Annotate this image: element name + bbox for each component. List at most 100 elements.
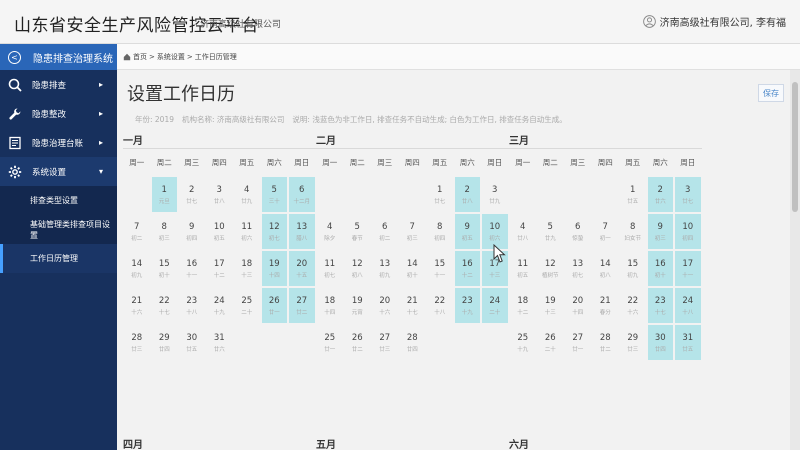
sidebar-item-hazard-inspection[interactable]: 隐患排查 ▸: [0, 70, 117, 99]
back-circle-icon[interactable]: <: [8, 50, 21, 64]
sidebar-subitem-inspection-type[interactable]: 排查类型设置: [0, 186, 117, 215]
day-cell-workday[interactable]: 21 十六: [124, 288, 150, 323]
day-cell-workday[interactable]: 12 初八: [345, 251, 371, 286]
day-cell-workday[interactable]: 16 十一: [179, 251, 205, 286]
day-cell-workday[interactable]: 8 妇女节: [620, 214, 646, 249]
day-cell-workday[interactable]: 9 初四: [179, 214, 205, 249]
day-cell-workday[interactable]: 7 初一: [593, 214, 619, 249]
breadcrumb-home[interactable]: 首页: [133, 52, 147, 62]
day-cell-workday[interactable]: 25 十九: [510, 325, 536, 360]
day-cell-workday[interactable]: 2 廿七: [179, 177, 205, 212]
day-cell-rest[interactable]: 16 十二: [454, 251, 480, 286]
day-cell-workday[interactable]: 4 除夕: [317, 214, 343, 249]
day-cell-workday[interactable]: 18 十四: [317, 288, 343, 323]
day-cell-rest[interactable]: 5 三十: [261, 177, 287, 212]
day-cell-workday[interactable]: 28 廿四: [400, 325, 426, 360]
day-cell-workday[interactable]: 29 廿四: [152, 325, 178, 360]
day-cell-workday[interactable]: 15 十一: [427, 251, 453, 286]
day-cell-workday[interactable]: 27 廿一: [565, 325, 591, 360]
day-cell-workday[interactable]: 26 廿二: [345, 325, 371, 360]
day-cell-workday[interactable]: 26 二十: [538, 325, 564, 360]
system-title-bar[interactable]: < 隐患排查治理系统: [0, 44, 117, 70]
day-cell-workday[interactable]: 22 十七: [152, 288, 178, 323]
day-cell-rest[interactable]: 27 廿二: [289, 288, 315, 323]
day-cell-rest[interactable]: 24 二十: [482, 288, 508, 323]
day-cell-rest[interactable]: 26 廿一: [261, 288, 287, 323]
day-cell-workday[interactable]: 19 十三: [538, 288, 564, 323]
day-cell-workday[interactable]: 4 廿九: [234, 177, 260, 212]
day-cell-workday[interactable]: 11 初五: [510, 251, 536, 286]
sidebar-item-hazard-rectification[interactable]: 隐患整改 ▸: [0, 99, 117, 128]
day-cell-rest[interactable]: 23 十九: [454, 288, 480, 323]
day-cell-workday[interactable]: 31 廿六: [207, 325, 233, 360]
day-cell-workday[interactable]: 22 十八: [427, 288, 453, 323]
day-cell-workday[interactable]: 6 初二: [372, 214, 398, 249]
day-cell-workday[interactable]: 21 十七: [400, 288, 426, 323]
day-cell-rest[interactable]: 2 廿六: [647, 177, 673, 212]
day-cell-workday[interactable]: 30 廿五: [179, 325, 205, 360]
scrollbar[interactable]: [790, 70, 800, 450]
day-cell-workday[interactable]: 25 廿一: [317, 325, 343, 360]
day-cell-rest[interactable]: 19 十四: [261, 251, 287, 286]
day-cell-workday[interactable]: 18 十二: [510, 288, 536, 323]
day-cell-rest[interactable]: 13 腊八: [289, 214, 315, 249]
day-cell-workday[interactable]: 5 春节: [345, 214, 371, 249]
day-cell-workday[interactable]: 14 初八: [593, 251, 619, 286]
day-cell-rest[interactable]: 3 廿七: [675, 177, 701, 212]
day-cell-workday[interactable]: 20 十四: [565, 288, 591, 323]
day-cell-workday[interactable]: 7 初三: [400, 214, 426, 249]
day-cell-workday[interactable]: 7 初二: [124, 214, 150, 249]
day-cell-workday[interactable]: 3 廿九: [482, 177, 508, 212]
day-cell-workday[interactable]: 10 初五: [207, 214, 233, 249]
day-cell-rest[interactable]: 24 十八: [675, 288, 701, 323]
day-cell-workday[interactable]: 8 初四: [427, 214, 453, 249]
day-cell-workday[interactable]: 12 植树节: [538, 251, 564, 286]
day-cell-workday[interactable]: 13 初九: [372, 251, 398, 286]
day-cell-workday[interactable]: 5 廿九: [538, 214, 564, 249]
day-cell-rest[interactable]: 31 廿五: [675, 325, 701, 360]
sidebar-item-hazard-ledger[interactable]: 隐患治理台账 ▸: [0, 128, 117, 157]
day-cell-rest[interactable]: 6 十二月: [289, 177, 315, 212]
day-cell-workday[interactable]: 19 元宵: [345, 288, 371, 323]
sidebar-item-system-settings[interactable]: 系统设置 ▾: [0, 157, 117, 186]
day-cell-workday[interactable]: 15 初九: [620, 251, 646, 286]
day-cell-rest[interactable]: 20 十五: [289, 251, 315, 286]
user-menu[interactable]: 济南高级社有限公司, 李有福: [642, 14, 786, 29]
day-cell-workday[interactable]: 28 廿二: [593, 325, 619, 360]
sidebar-subitem-basic-inspection-items[interactable]: 基础管理类排查项目设置: [0, 215, 117, 244]
day-cell-rest[interactable]: 2 廿八: [454, 177, 480, 212]
day-cell-workday[interactable]: 4 廿八: [510, 214, 536, 249]
day-cell-workday[interactable]: 22 十六: [620, 288, 646, 323]
day-cell-workday[interactable]: 14 初十: [400, 251, 426, 286]
day-cell-rest[interactable]: 23 十七: [647, 288, 673, 323]
day-cell-rest[interactable]: 9 初五: [454, 214, 480, 249]
day-cell-workday[interactable]: 8 初三: [152, 214, 178, 249]
day-cell-rest[interactable]: 12 初七: [261, 214, 287, 249]
day-cell-workday[interactable]: 15 初十: [152, 251, 178, 286]
breadcrumb-level1[interactable]: 系统设置: [157, 52, 185, 62]
day-cell-rest[interactable]: 30 廿四: [647, 325, 673, 360]
sidebar-subitem-work-calendar[interactable]: 工作日历管理: [0, 244, 117, 273]
day-cell-workday[interactable]: 25 二十: [234, 288, 260, 323]
day-cell-workday[interactable]: 20 十六: [372, 288, 398, 323]
day-cell-workday[interactable]: 23 十八: [179, 288, 205, 323]
day-cell-workday[interactable]: 18 十三: [234, 251, 260, 286]
day-cell-workday[interactable]: 1 廿七: [427, 177, 453, 212]
day-cell-rest[interactable]: 10 初四: [675, 214, 701, 249]
day-cell-workday[interactable]: 11 初六: [234, 214, 260, 249]
day-cell-rest[interactable]: 16 初十: [647, 251, 673, 286]
day-cell-workday[interactable]: 24 十九: [207, 288, 233, 323]
day-cell-workday[interactable]: 1 廿五: [620, 177, 646, 212]
day-cell-workday[interactable]: 28 廿三: [124, 325, 150, 360]
day-cell-workday[interactable]: 14 初九: [124, 251, 150, 286]
scrollbar-thumb[interactable]: [792, 82, 798, 212]
day-cell-workday[interactable]: 13 初七: [565, 251, 591, 286]
day-cell-workday[interactable]: 6 惊蛰: [565, 214, 591, 249]
day-cell-rest[interactable]: 9 初三: [647, 214, 673, 249]
day-cell-workday[interactable]: 3 廿八: [207, 177, 233, 212]
day-cell-workday[interactable]: 17 十二: [207, 251, 233, 286]
day-cell-workday[interactable]: 29 廿三: [620, 325, 646, 360]
day-cell-rest[interactable]: 1 元旦: [151, 177, 177, 212]
save-button[interactable]: 保存: [758, 84, 784, 102]
day-cell-rest[interactable]: 17 十一: [675, 251, 701, 286]
